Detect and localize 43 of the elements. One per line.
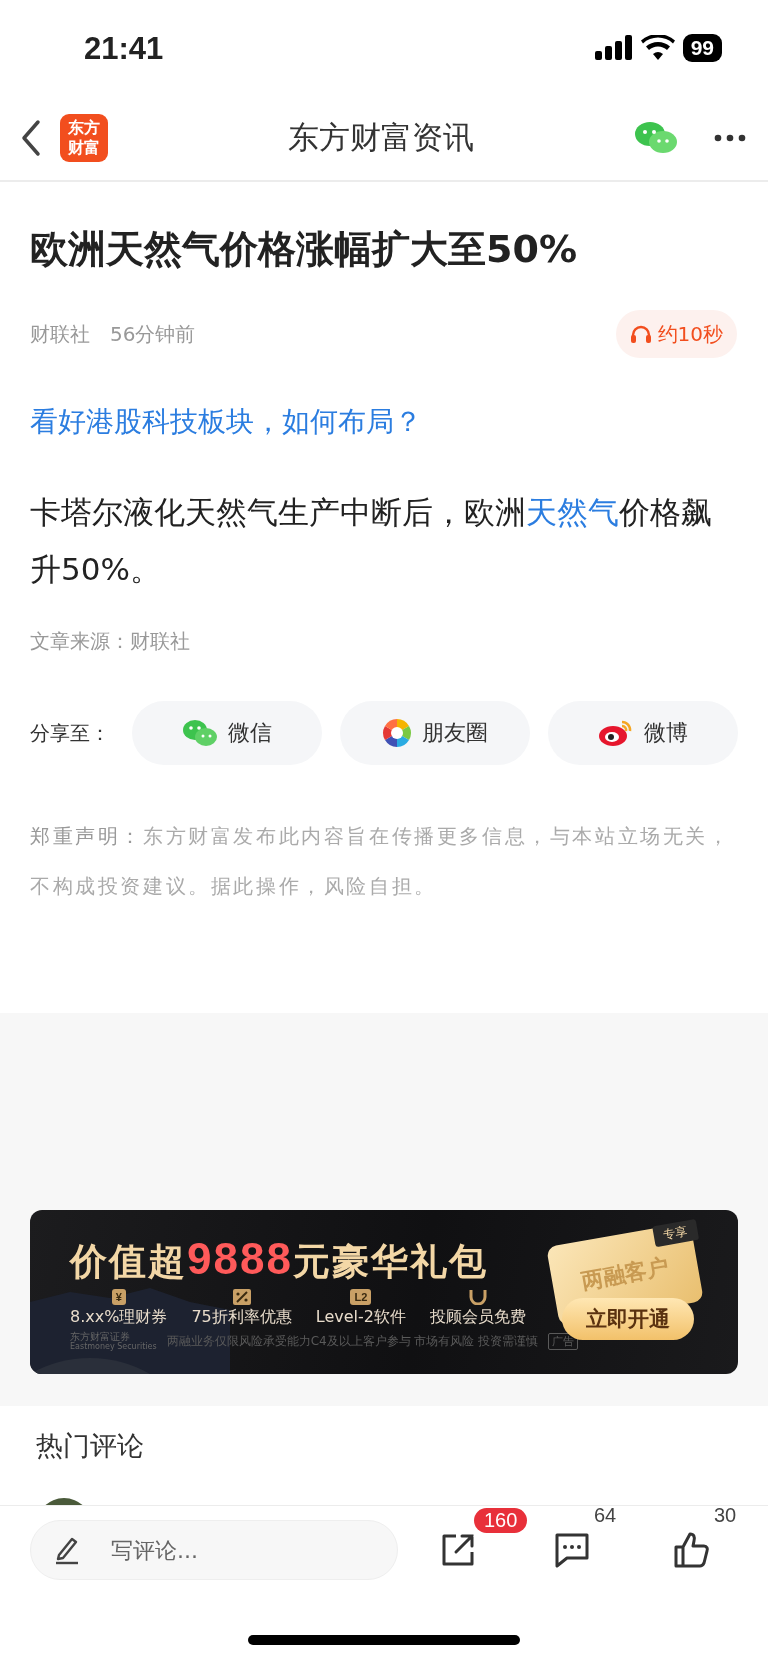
section-heading: 热门评论 [36,1429,145,1463]
brand-logo: 东方财富证券 Eastmoney Securities [70,1332,157,1351]
count-label: 64 [594,1504,617,1527]
thumbs-up-icon[interactable] [673,1531,711,1569]
shield-icon [468,1289,487,1305]
chat-bubbles-icon [182,718,218,748]
pencil-icon [55,1535,79,1565]
clock-time: 21:41 [84,30,165,67]
signal-icon [594,35,633,61]
share-button[interactable]: 朋友圈 [340,701,530,765]
share-button[interactable]: 微信 [132,701,322,765]
count-label: 30 [714,1504,737,1527]
promo-link[interactable]: 看好港股科技板块，如何布局？ [30,402,422,442]
eye-logo-icon [598,718,634,748]
battery-level: 99 [682,34,722,62]
headphones-icon [629,324,652,344]
comment-icon[interactable] [553,1532,591,1568]
ad-headline: 价值超9888元豪华礼包 [70,1234,488,1285]
app-logo: 东方 财富 [60,114,108,162]
comment-input[interactable]: 写评论... [109,1536,333,1564]
perk-label: 75折利率优惠 [191,1307,292,1328]
share-button[interactable]: 微博 [548,701,738,765]
disclaimer: 郑重声明：东方财富发布此内容旨在传播更多信息，与本站立场无关，不构成投资建议。据此操作，风险自担。 [30,823,732,900]
article-body: 卡塔尔液化天然气生产中断后，欧洲天然气价格飙升50%。 [30,493,713,589]
comment-input-field[interactable]: 写评论... [30,1520,398,1580]
keyword-link[interactable]: 天然气 [526,494,619,530]
share-icon[interactable] [440,1532,476,1568]
share-label: 分享至： [30,719,111,747]
aperture-icon [382,718,412,748]
perk-label: Level-2软件 [315,1307,406,1328]
perk-label: 投顾会员免费 [429,1307,526,1328]
publish-time: 56分钟前 [110,320,196,348]
level-badge-icon: L2 [350,1289,372,1305]
perk-label: 8.xx%理财券 [70,1307,168,1328]
wifi-icon [640,35,675,61]
yen-badge-icon: ¥ [111,1289,126,1305]
article-source: 文章来源：财联社 [30,628,190,655]
more-icon[interactable] [714,134,746,142]
share-count-badge: 160 [474,1508,528,1533]
page-title: 东方财富资讯 [287,118,475,157]
percent-icon [232,1289,251,1305]
source-name: 财联社 [30,320,90,348]
article-title: 欧洲天然气价格涨幅扩大至50% [30,226,578,273]
